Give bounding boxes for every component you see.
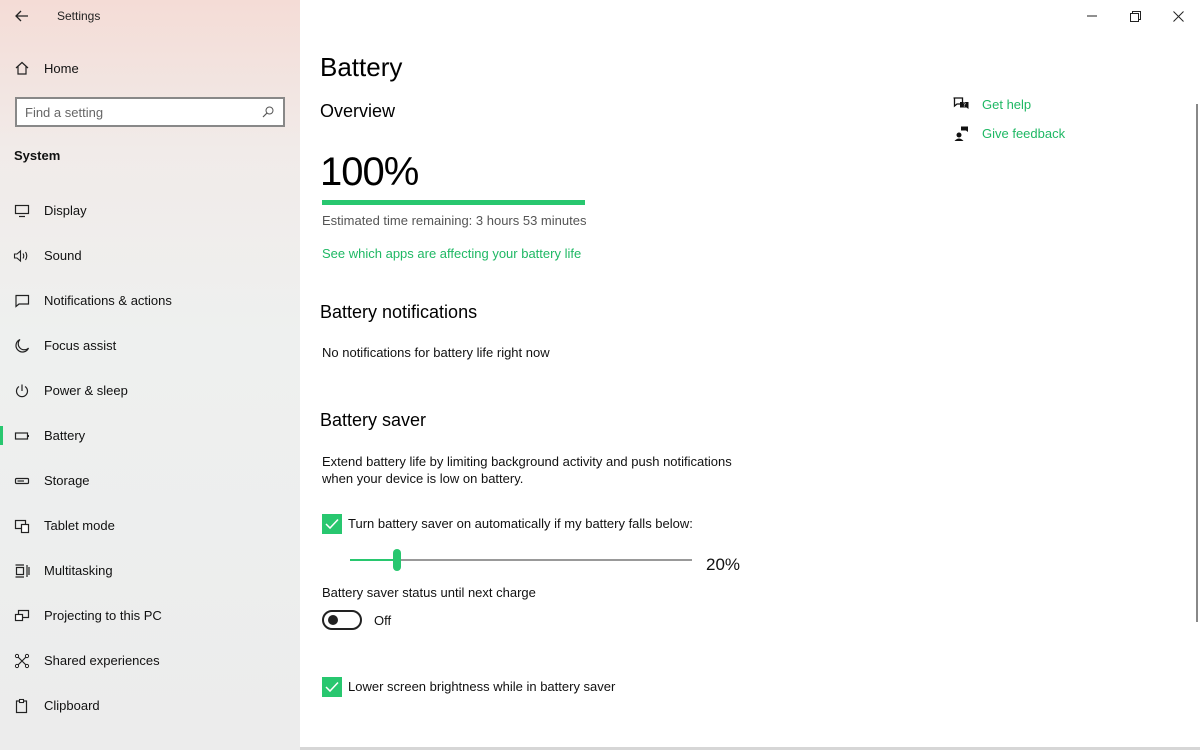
estimated-time: Estimated time remaining: 3 hours 53 min…	[322, 213, 587, 228]
vertical-scrollbar[interactable]	[1196, 104, 1198, 622]
multitasking-icon	[0, 563, 44, 579]
sidebar-item-storage[interactable]: Storage	[0, 458, 300, 503]
saver-status-label: Battery saver status until next charge	[322, 585, 536, 600]
get-help-link[interactable]: ? Get help	[952, 95, 1031, 113]
sidebar: Settings Home Find a setting System Disp…	[0, 0, 300, 750]
sidebar-item-label: Display	[44, 203, 87, 218]
threshold-slider-fill	[350, 559, 397, 561]
app-title: Settings	[57, 9, 101, 23]
feedback-icon	[952, 124, 970, 142]
give-feedback-label: Give feedback	[982, 125, 1066, 141]
sidebar-item-sound[interactable]: Sound	[0, 233, 300, 278]
moon-icon	[0, 338, 44, 354]
battery-percent: 100%	[320, 150, 419, 194]
sidebar-item-multitasking[interactable]: Multitasking	[0, 548, 300, 593]
threshold-slider-thumb[interactable]	[393, 549, 401, 571]
sidebar-item-label: Power & sleep	[44, 383, 128, 398]
auto-saver-checkbox[interactable]	[322, 514, 342, 534]
sidebar-item-notifications[interactable]: Notifications & actions	[0, 278, 300, 323]
back-arrow-icon	[15, 10, 28, 22]
toggle-knob	[328, 615, 338, 625]
checkmark-icon	[325, 681, 339, 693]
checkmark-icon	[325, 518, 339, 530]
threshold-slider-track[interactable]	[350, 559, 692, 561]
sidebar-item-label: Tablet mode	[44, 518, 115, 533]
overview-heading: Overview	[320, 101, 396, 121]
sidebar-item-tablet-mode[interactable]: Tablet mode	[0, 503, 300, 548]
speaker-icon	[0, 249, 44, 263]
sidebar-item-power-sleep[interactable]: Power & sleep	[0, 368, 300, 413]
help-chat-icon: ?	[952, 95, 970, 113]
minimize-button[interactable]	[1070, 0, 1114, 32]
close-button[interactable]	[1156, 0, 1200, 32]
sidebar-item-label: Battery	[44, 428, 86, 443]
shared-icon	[0, 653, 44, 669]
main-content: Battery Overview 100% Estimated time rem…	[300, 0, 1200, 750]
sidebar-item-projecting[interactable]: Projecting to this PC	[0, 593, 300, 638]
close-icon	[1172, 10, 1184, 22]
sidebar-item-label: Multitasking	[44, 563, 113, 578]
sidebar-item-focus-assist[interactable]: Focus assist	[0, 323, 300, 368]
tablet-icon	[0, 518, 44, 534]
search-icon[interactable]	[261, 105, 275, 119]
toggle-state-label: Off	[374, 613, 392, 628]
sidebar-item-label: Focus assist	[44, 338, 117, 353]
power-icon	[0, 383, 44, 399]
page-title: Battery	[320, 52, 403, 82]
restore-button[interactable]	[1113, 0, 1157, 32]
search-input[interactable]: Find a setting	[15, 97, 285, 127]
svg-text:?: ?	[963, 102, 966, 109]
sidebar-item-label: Sound	[44, 248, 82, 263]
restore-icon	[1129, 10, 1141, 22]
sidebar-item-label: Clipboard	[44, 698, 100, 713]
sidebar-item-label: Projecting to this PC	[44, 608, 162, 623]
home-icon	[0, 60, 44, 76]
lower-brightness-label: Lower screen brightness while in battery…	[348, 679, 616, 694]
sidebar-item-label: Storage	[44, 473, 90, 488]
auto-saver-label: Turn battery saver on automatically if m…	[348, 516, 693, 531]
battery-notifications-heading: Battery notifications	[320, 302, 478, 322]
sidebar-item-label: Home	[44, 60, 79, 76]
minimize-icon	[1087, 15, 1097, 17]
section-title: System	[14, 148, 61, 163]
storage-icon	[0, 476, 44, 486]
sidebar-nav: Display Sound Notifications & actions Fo…	[0, 188, 300, 728]
battery-saver-heading: Battery saver	[320, 410, 427, 430]
apps-affecting-battery-link[interactable]: See which apps are affecting your batter…	[322, 246, 581, 261]
lower-brightness-checkbox[interactable]	[322, 677, 342, 697]
sidebar-item-label: Shared experiences	[44, 653, 160, 668]
give-feedback-link[interactable]: Give feedback	[952, 124, 1065, 142]
search-placeholder: Find a setting	[25, 104, 104, 120]
saver-description-line2: when your device is low on battery.	[322, 471, 524, 486]
notifications-text: No notifications for battery life right …	[322, 345, 550, 360]
sidebar-item-shared-experiences[interactable]: Shared experiences	[0, 638, 300, 683]
sidebar-item-battery[interactable]: Battery	[0, 413, 300, 458]
sidebar-item-clipboard[interactable]: Clipboard	[0, 683, 300, 728]
monitor-icon	[0, 204, 44, 218]
sidebar-item-label: Notifications & actions	[44, 293, 172, 308]
back-button[interactable]	[0, 0, 44, 32]
threshold-value: 20%	[706, 555, 741, 574]
title-bar: Settings	[0, 0, 300, 32]
notification-icon	[0, 294, 44, 308]
clipboard-icon	[0, 698, 44, 714]
sidebar-item-home[interactable]: Home	[0, 54, 300, 82]
battery-level-bar	[322, 200, 585, 205]
get-help-label: Get help	[982, 96, 1032, 112]
sidebar-item-display[interactable]: Display	[0, 188, 300, 233]
saver-description-line1: Extend battery life by limiting backgrou…	[322, 454, 732, 469]
battery-icon	[0, 431, 44, 441]
saver-status-toggle[interactable]	[322, 610, 362, 630]
projecting-icon	[0, 609, 44, 623]
